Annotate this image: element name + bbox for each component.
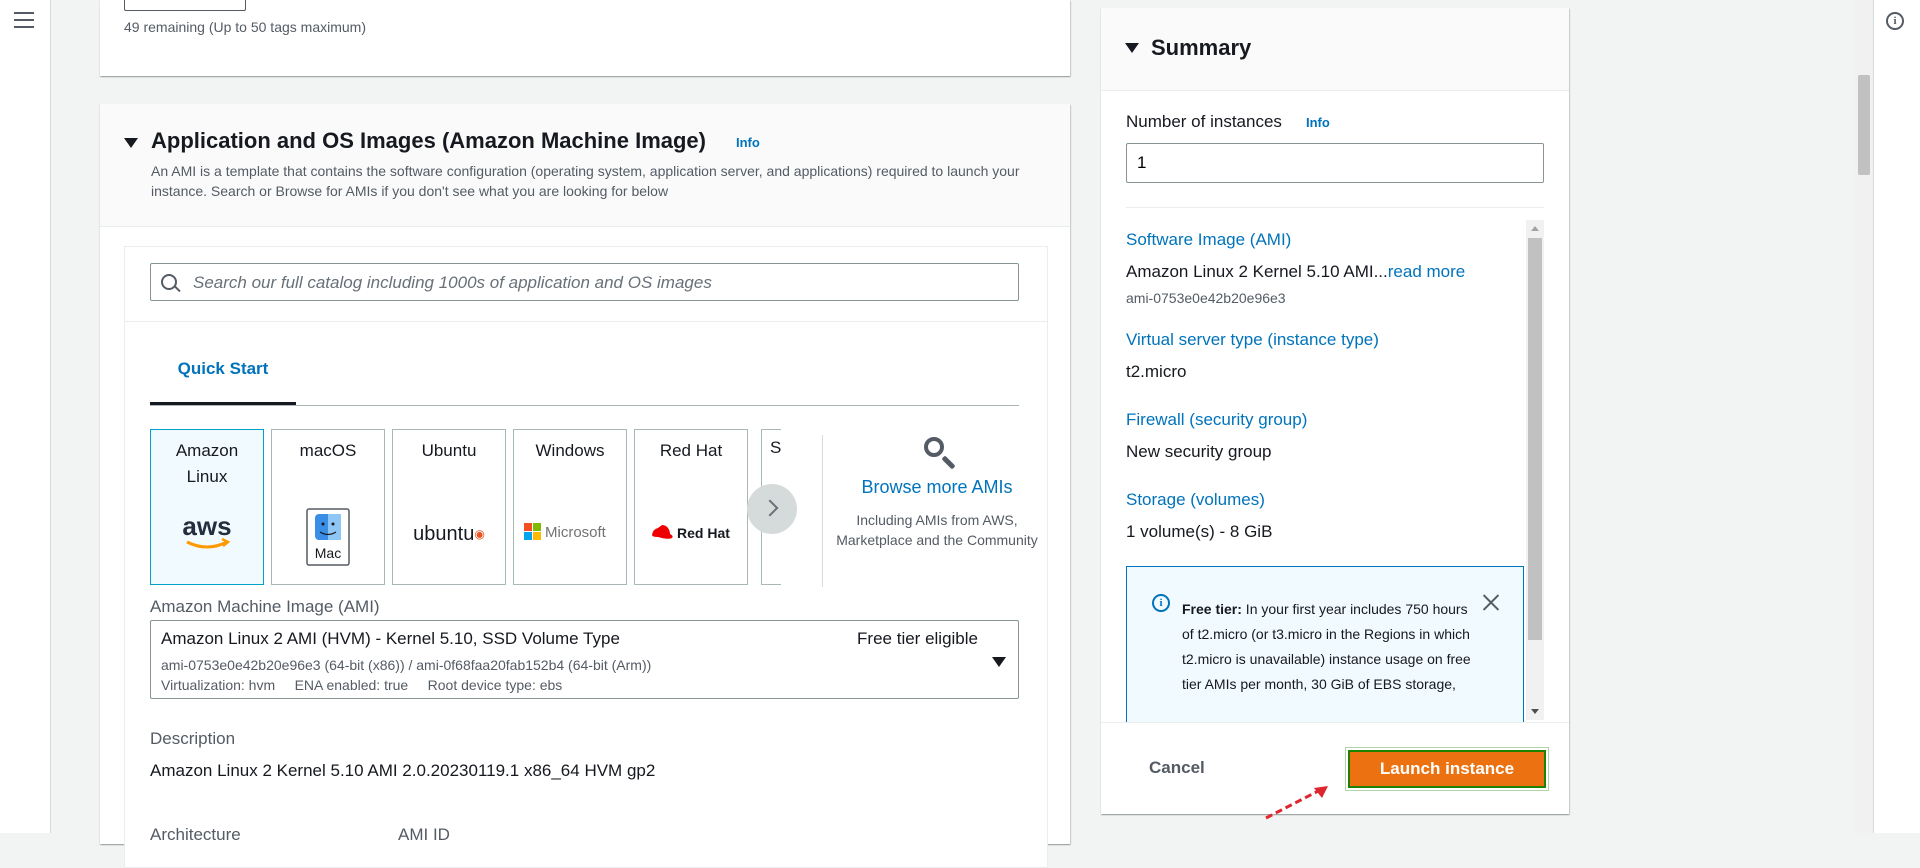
firewall-link[interactable]: Firewall (security group) [1126,410,1307,430]
microsoft-logo-icon: Microsoft [514,522,626,550]
cancel-button[interactable]: Cancel [1149,758,1205,778]
free-tier-badge: Free tier eligible [857,629,978,648]
microsoft-logo-text: Microsoft [545,524,607,541]
summary-header: Summary [1101,8,1569,91]
scroll-down-icon[interactable] [1531,709,1539,714]
software-image-link[interactable]: Software Image (AMI) [1126,230,1291,250]
search-icon [924,437,950,463]
page-scrollbar[interactable] [1855,0,1873,833]
tile-label: Amazon Linux [175,441,239,486]
architecture-label: Architecture [150,825,241,844]
firewall-value: New security group [1126,442,1272,461]
tile-macos[interactable]: macOS Mac [271,429,385,585]
tags-remaining-text: 49 remaining (Up to 50 tags maximum) [124,19,366,35]
ami-search-field[interactable] [150,263,1019,301]
ami-id-label: AMI ID [398,825,450,844]
ami-info-link[interactable]: Info [736,135,760,150]
ami-ids: ami-0753e0e42b20e96e3 (64-bit (x86)) / a… [161,657,652,673]
instance-type-link[interactable]: Virtual server type (instance type) [1126,330,1379,350]
ami-selector-container: Quick Start Amazon Linux aws macOS [124,246,1048,868]
red-hat-logo-text: Red Hat [677,525,730,541]
divider [125,321,1047,322]
tile-windows[interactable]: Windows Microsoft [513,429,627,585]
divider [1101,722,1569,723]
browse-more-amis-subtext: Including AMIs from AWS, Marketplace and… [836,512,1038,548]
summary-title: Summary [1151,35,1252,60]
info-icon: i [1152,594,1170,612]
help-rail: i [1873,0,1920,833]
ami-section-header: Application and OS Images (Amazon Machin… [100,104,1070,227]
carousel-next-icon[interactable] [747,484,797,534]
info-icon[interactable]: i [1886,12,1904,30]
description-label: Description [150,729,236,748]
description-value: Amazon Linux 2 Kernel 5.10 AMI 2.0.20230… [150,761,656,780]
collapse-caret-icon[interactable] [124,138,138,148]
tab-quick-start[interactable]: Quick Start [150,342,296,405]
launch-instance-button[interactable]: Launch instance [1345,747,1549,791]
free-tier-alert: i Free tier: In your first year includes… [1126,566,1524,722]
number-of-instances-label: Number of instances [1126,112,1282,131]
dropdown-caret-icon [992,657,1006,667]
scroll-up-icon[interactable] [1531,226,1539,231]
tags-panel: 49 remaining (Up to 50 tags maximum) [100,0,1070,76]
software-image-id: ami-0753e0e42b20e96e3 [1126,290,1286,306]
annotation-arrow-icon [1265,786,1328,820]
mac-finder-icon: Mac [272,508,384,574]
ami-section-title: Application and OS Images (Amazon Machin… [151,128,706,153]
divider [1126,207,1544,208]
summary-panel: Summary Number of instances Info Softwar… [1101,8,1569,814]
tile-label: macOS [299,441,357,460]
summary-scrollbar[interactable] [1526,220,1544,720]
ubuntu-logo-text: ubuntu [413,523,475,545]
collapse-caret-icon[interactable] [1125,43,1139,53]
scrollbar-thumb[interactable] [1858,75,1870,175]
tile-ubuntu[interactable]: Ubuntu ubuntu◉ [392,429,506,585]
ami-meta: Virtualization: hvm ENA enabled: true Ro… [161,677,563,693]
browse-more-amis-link[interactable]: Browse more AMIs [822,477,1052,498]
add-tag-button[interactable] [124,0,246,11]
ami-section: Application and OS Images (Amazon Machin… [100,104,1070,868]
summary-details: Software Image (AMI) Amazon Linux 2 Kern… [1126,218,1526,722]
side-navigation-rail [0,0,51,833]
browse-more-amis-button[interactable]: Browse more AMIs Including AMIs from AWS… [822,437,1052,550]
ami-section-description: An AMI is a template that contains the s… [151,163,1020,199]
tile-red-hat[interactable]: Red Hat Red Hat [634,429,748,585]
search-icon [161,274,177,290]
tile-amazon-linux[interactable]: Amazon Linux aws [150,429,264,585]
menu-icon[interactable] [14,12,34,28]
storage-link[interactable]: Storage (volumes) [1126,490,1265,510]
ami-label: Amazon Machine Image (AMI) [150,597,380,616]
aws-logo-text: aws [182,515,231,541]
ami-name: Amazon Linux 2 AMI (HVM) - Kernel 5.10, … [161,629,620,648]
ubuntu-logo-icon: ubuntu◉ [413,523,485,545]
tile-label: Red Hat [659,441,723,460]
ami-search-input[interactable] [191,270,995,296]
number-of-instances-input[interactable] [1126,143,1544,183]
number-of-instances-info-link[interactable]: Info [1306,115,1330,130]
tile-label: Windows [535,441,605,460]
red-hat-logo-icon: Red Hat [635,523,747,551]
aws-logo-icon: aws [151,511,263,563]
ami-tabs: Quick Start [150,342,1019,406]
read-more-link[interactable]: read more [1388,262,1465,281]
scrollbar-thumb[interactable] [1528,238,1542,640]
mac-logo-text: Mac [315,545,341,561]
tile-label: Ubuntu [421,441,477,460]
storage-value: 1 volume(s) - 8 GiB [1126,522,1273,541]
software-image-value: Amazon Linux 2 Kernel 5.10 AMI...read mo… [1126,262,1466,281]
free-tier-text: Free tier: In your first year includes 7… [1182,601,1471,692]
ami-select-dropdown[interactable]: Amazon Linux 2 AMI (HVM) - Kernel 5.10, … [150,620,1019,699]
close-icon[interactable] [1482,593,1500,611]
instance-type-value: t2.micro [1126,362,1187,381]
